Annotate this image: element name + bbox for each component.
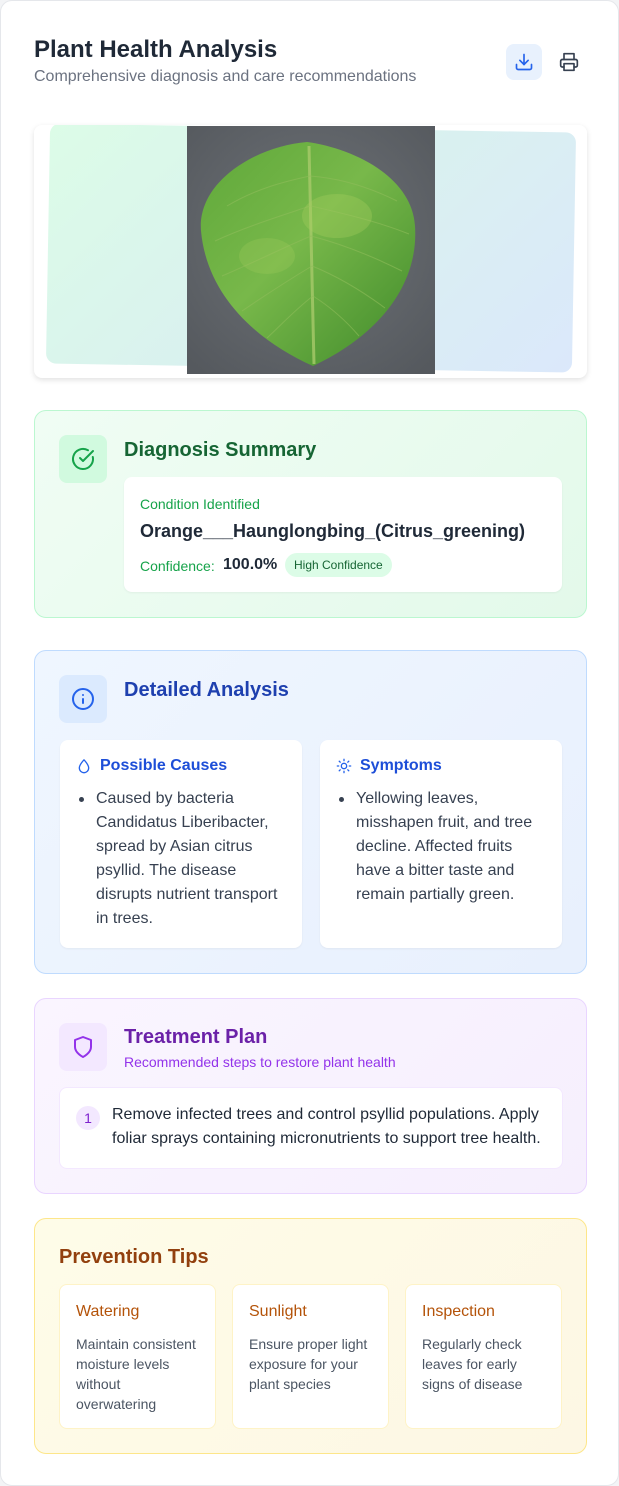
leaf-image — [187, 126, 435, 374]
treatment-icon-badge — [59, 1023, 107, 1071]
symptoms-list: Yellowing leaves, misshapen fruit, and t… — [336, 787, 548, 907]
prevention-tips-card: Prevention Tips Watering Maintain consis… — [34, 1218, 587, 1454]
treatment-subtitle: Recommended steps to restore plant healt… — [124, 1054, 396, 1070]
analysis-icon-badge — [59, 675, 107, 723]
tip-description: Regularly check leaves for early signs o… — [422, 1336, 523, 1392]
list-item: Yellowing leaves, misshapen fruit, and t… — [336, 787, 548, 907]
treatment-step: 1 Remove infected trees and control psyl… — [59, 1087, 563, 1169]
page-title: Plant Health Analysis — [34, 36, 278, 63]
shield-icon — [74, 1036, 92, 1058]
condition-label: Condition Identified — [140, 496, 260, 512]
diagnosis-title: Diagnosis Summary — [124, 439, 317, 461]
tip-description: Maintain consistent moisture levels with… — [76, 1336, 196, 1412]
list-item: Caused by bacteria Candidatus Liberibact… — [76, 787, 288, 931]
printer-icon — [559, 52, 579, 72]
condition-box: Condition Identified Orange___Haunglongb… — [124, 477, 562, 592]
detailed-analysis-card: Detailed Analysis Possible Causes Caused… — [34, 650, 587, 974]
prevention-title: Prevention Tips — [59, 1246, 209, 1268]
tip-sunlight: Sunlight Ensure proper light exposure fo… — [232, 1284, 389, 1429]
print-button[interactable] — [551, 44, 587, 80]
tip-title: Watering — [76, 1303, 140, 1320]
report-page: Plant Health Analysis Comprehensive diag… — [0, 0, 619, 1486]
droplet-icon — [78, 759, 90, 774]
symptoms-title: Symptoms — [360, 757, 442, 774]
check-circle-icon — [72, 447, 94, 470]
treatment-title: Treatment Plan — [124, 1026, 268, 1048]
possible-causes-title: Possible Causes — [100, 757, 228, 774]
tip-inspection: Inspection Regularly check leaves for ea… — [405, 1284, 562, 1429]
plant-image-card — [34, 125, 587, 378]
page-subtitle: Comprehensive diagnosis and care recomme… — [34, 68, 417, 85]
tip-description: Ensure proper light exposure for your pl… — [249, 1336, 368, 1392]
condition-name: Orange___Haunglongbing_(Citrus_greening) — [140, 521, 526, 541]
step-text: Remove infected trees and control psylli… — [112, 1106, 541, 1147]
step-number: 1 — [76, 1106, 100, 1130]
analysis-title: Detailed Analysis — [124, 679, 289, 701]
download-button[interactable] — [506, 44, 542, 80]
causes-list: Caused by bacteria Candidatus Liberibact… — [76, 787, 288, 931]
download-icon — [515, 53, 533, 71]
possible-causes-card: Possible Causes Caused by bacteria Candi… — [60, 740, 302, 948]
treatment-plan-card: Treatment Plan Recommended steps to rest… — [34, 998, 587, 1194]
diagnosis-summary-card: Diagnosis Summary Condition Identified O… — [34, 410, 587, 618]
confidence-value: 100.0% — [223, 556, 278, 573]
tip-watering: Watering Maintain consistent moisture le… — [59, 1284, 216, 1429]
tip-title: Sunlight — [249, 1303, 307, 1320]
info-icon — [72, 688, 94, 710]
diagnosis-icon-badge — [59, 435, 107, 483]
symptoms-card: Symptoms Yellowing leaves, misshapen fru… — [320, 740, 562, 948]
confidence-badge: High Confidence — [285, 553, 392, 577]
tip-title: Inspection — [422, 1303, 495, 1320]
confidence-label: Confidence: — [140, 558, 215, 574]
sun-icon — [336, 758, 352, 774]
